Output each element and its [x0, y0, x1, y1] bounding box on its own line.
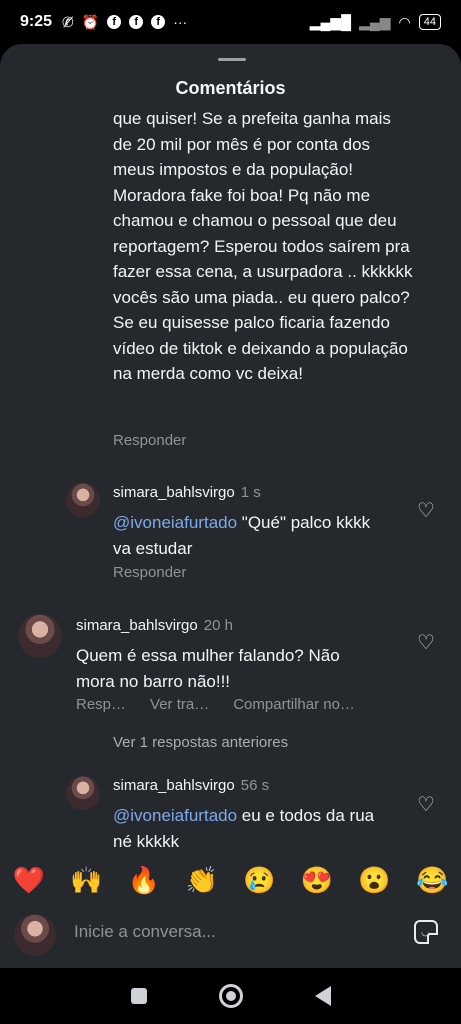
- avatar[interactable]: [18, 614, 62, 658]
- emoji-laugh[interactable]: 😂: [416, 865, 448, 896]
- battery-icon: 44: [418, 14, 441, 30]
- drag-handle[interactable]: [218, 58, 246, 61]
- comments-sheet: Comentários que quiser! Se a prefeita ga…: [0, 44, 461, 968]
- reply-button[interactable]: Resp…: [76, 696, 126, 713]
- username-text[interactable]: simara_bahlsvirgo: [113, 777, 235, 794]
- sticker-icon[interactable]: ◡: [414, 920, 438, 944]
- share-button[interactable]: Compartilhar no…: [233, 696, 355, 713]
- reply-text: @ivoneiafurtado "Qué" palco kkkk va estu…: [113, 510, 383, 561]
- back-icon[interactable]: [314, 986, 331, 1006]
- see-translation-button[interactable]: Ver tra…: [150, 696, 209, 713]
- avatar: [14, 914, 56, 956]
- system-navbar: [0, 968, 461, 1024]
- emoji-fire[interactable]: 🔥: [128, 865, 160, 896]
- reply-button[interactable]: Responder: [113, 564, 186, 581]
- comment-composer: Inicie a conversa... ◡: [0, 908, 461, 968]
- comment-username[interactable]: simara_bahlsvirgo 1 s: [113, 484, 261, 501]
- like-heart-icon[interactable]: ♡: [417, 630, 435, 655]
- recents-icon[interactable]: [130, 988, 147, 1004]
- main-comment-text: que quiser! Se a prefeita ganha mais de …: [113, 109, 413, 383]
- comment-actions: Resp… Ver tra… Compartilhar no…: [76, 696, 355, 713]
- sheet-title: Comentários: [175, 78, 286, 98]
- emoji-clap[interactable]: 👏: [186, 865, 218, 896]
- view-previous-replies[interactable]: Ver 1 respostas anteriores: [113, 734, 288, 751]
- wifi-icon: ◠: [398, 14, 411, 30]
- like-heart-icon[interactable]: ♡: [417, 792, 435, 817]
- comment-text: Quem é essa mulher falando? Não mora no …: [76, 646, 340, 691]
- comment-username[interactable]: simara_bahlsvirgo 56 s: [113, 777, 269, 794]
- username-text[interactable]: simara_bahlsvirgo: [76, 617, 198, 634]
- comment-time: 1 s: [240, 484, 261, 501]
- facebook-icon: f: [151, 15, 166, 29]
- smile-icon: ◡: [421, 927, 430, 938]
- comment-input[interactable]: Inicie a conversa...: [74, 922, 216, 942]
- comment-time: 20 h: [203, 617, 233, 634]
- status-right: ▂▄▆█ ▂▄▆ ◠ 44: [310, 14, 441, 30]
- facebook-icon: f: [107, 15, 122, 29]
- status-left: 9:25 ✆̸ ⏰ f f f ···: [20, 13, 187, 31]
- reply-text: @ivoneiafurtado eu e todos da rua né kkk…: [113, 803, 383, 854]
- avatar[interactable]: [66, 776, 100, 810]
- more-icon: ···: [173, 14, 188, 30]
- status-time: 9:25: [20, 13, 53, 30]
- facebook-icon: f: [129, 15, 144, 29]
- emoji-cry[interactable]: 😢: [243, 865, 275, 896]
- comment-time: 56 s: [240, 777, 270, 794]
- signal-icon: ▂▄▆█: [309, 14, 352, 30]
- no-signal-icon: ▂▄▆: [359, 14, 391, 30]
- alarm-icon: ⏰: [81, 14, 100, 30]
- avatar[interactable]: [66, 483, 100, 517]
- emoji-heart-eyes[interactable]: 😍: [301, 865, 333, 896]
- home-icon[interactable]: [218, 984, 243, 1008]
- emoji-surprised[interactable]: 😮: [358, 865, 390, 896]
- no-call-icon: ✆̸: [62, 14, 74, 30]
- emoji-heart[interactable]: ❤️: [13, 865, 45, 896]
- comment-username[interactable]: simara_bahlsvirgo 20 h: [76, 617, 233, 634]
- comments-list[interactable]: que quiser! Se a prefeita ganha mais de …: [0, 106, 461, 854]
- mention-link[interactable]: @ivoneiafurtado: [113, 806, 237, 825]
- username-text[interactable]: simara_bahlsvirgo: [113, 484, 235, 501]
- reply-button[interactable]: Responder: [113, 432, 186, 449]
- emoji-reaction-bar: ❤️ 🙌 🔥 👏 😢 😍 😮 😂: [0, 852, 461, 908]
- emoji-raised-hands[interactable]: 🙌: [70, 865, 102, 896]
- status-bar: 9:25 ✆̸ ⏰ f f f ··· ▂▄▆█ ▂▄▆ ◠ 44: [0, 0, 461, 44]
- like-heart-icon[interactable]: ♡: [417, 498, 435, 523]
- mention-link[interactable]: @ivoneiafurtado: [113, 513, 237, 532]
